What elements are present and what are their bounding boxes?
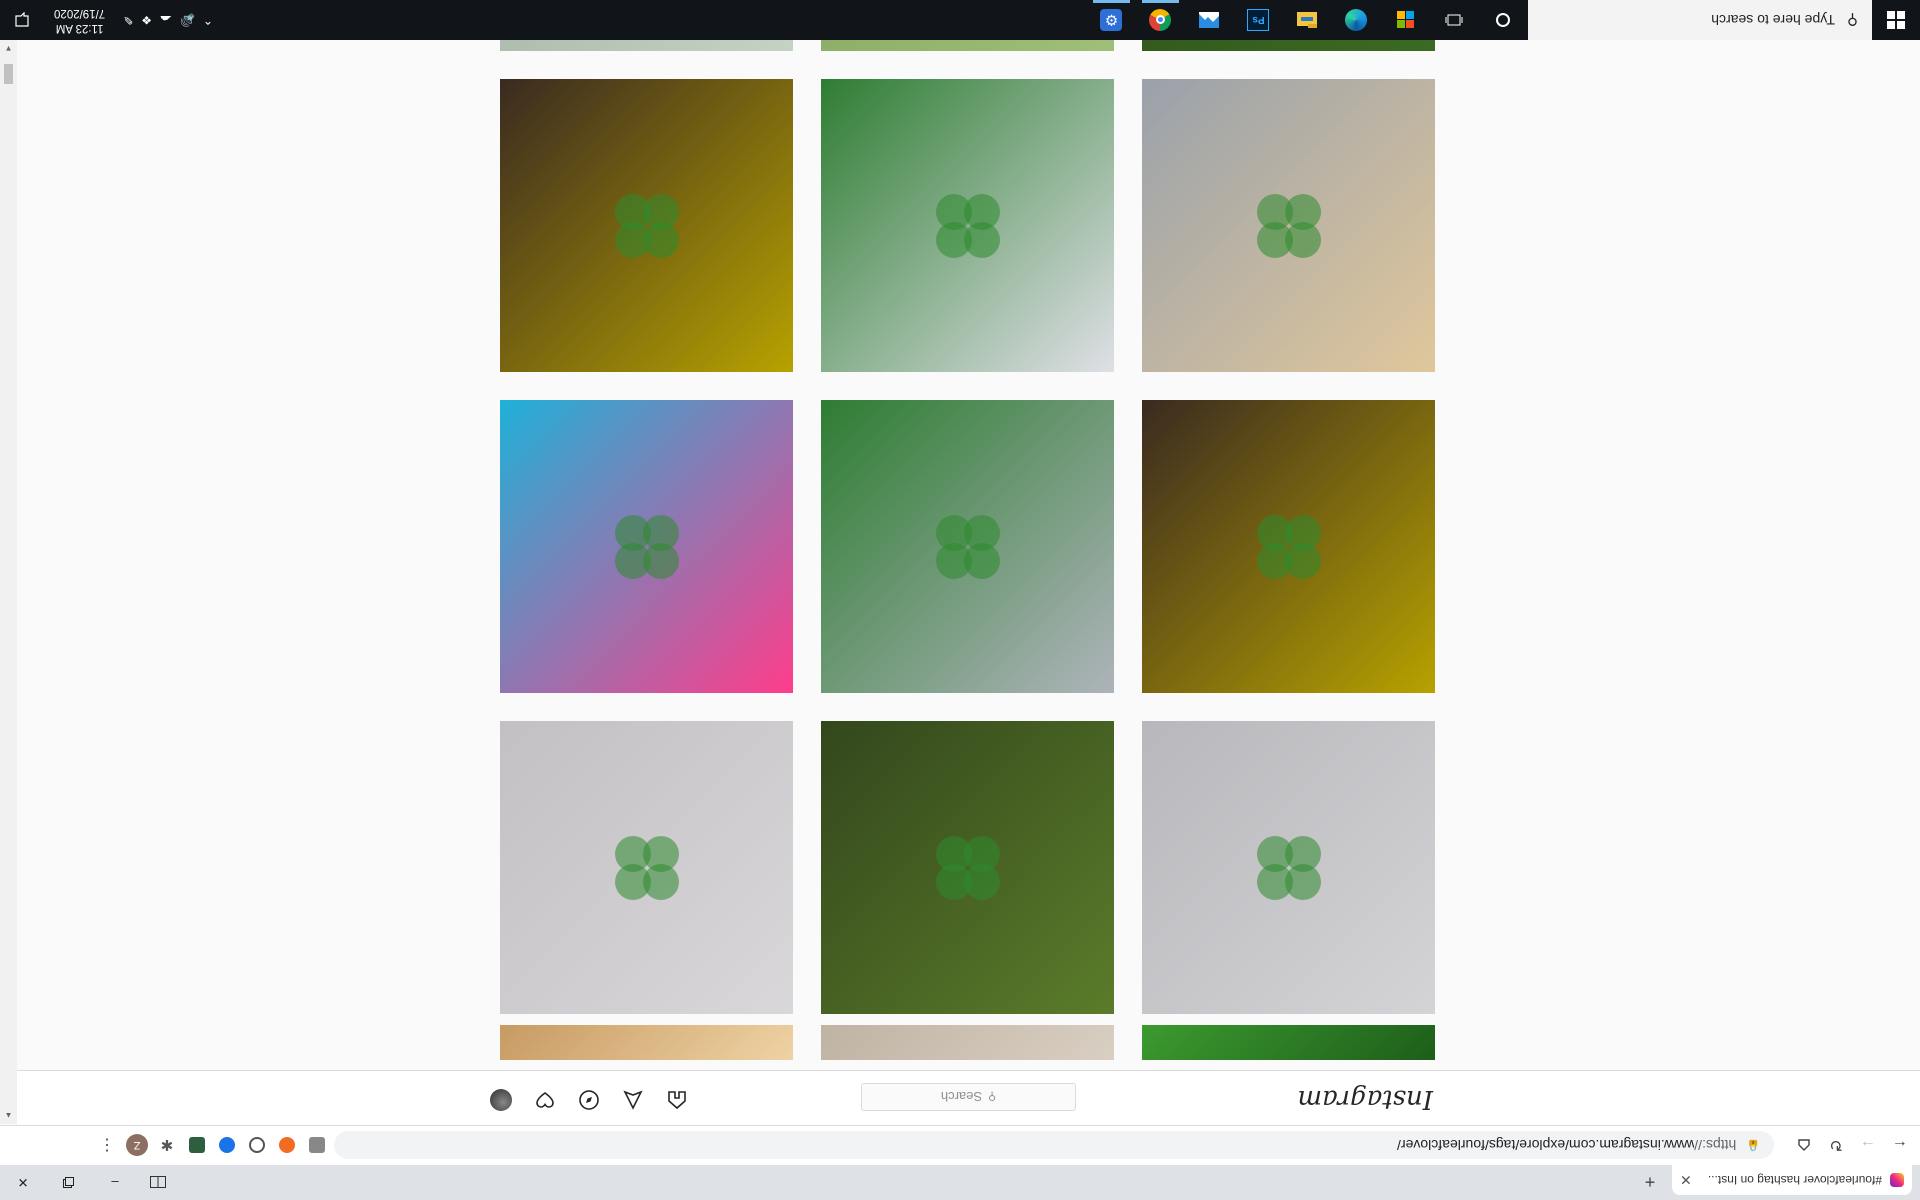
tile-rainbow-leather[interactable] [500, 400, 793, 693]
tile-clover-vase[interactable] [821, 400, 1114, 693]
system-tray: ⌃ 🔊 ☁ ❖ ✎ [115, 13, 213, 27]
scroll-down-icon[interactable]: ▼ [0, 40, 17, 57]
clover-shape [615, 194, 679, 258]
instagram-header: Instagram ⚲ Search [17, 1070, 1920, 1124]
lock-icon: 🔒 [1746, 1139, 1760, 1151]
scroll-up-icon[interactable]: ▲ [0, 1107, 17, 1124]
close-window-icon[interactable]: ✕ [0, 1165, 46, 1200]
tile-beige[interactable] [821, 1025, 1114, 1060]
tile-hand-cookie[interactable] [500, 1025, 793, 1060]
extension-icon-gray[interactable] [304, 1133, 330, 1159]
extension-icon-dollar[interactable] [184, 1133, 210, 1159]
extension-icon-orange[interactable] [274, 1133, 300, 1159]
forward-arrow-icon[interactable]: → [1854, 1132, 1882, 1160]
new-tab-button[interactable]: + [1636, 1170, 1664, 1194]
menu-dots-icon[interactable]: ⋮ [94, 1133, 120, 1159]
extensions-puzzle-icon[interactable]: ✱ [154, 1133, 180, 1159]
restore-icon[interactable] [46, 1165, 92, 1200]
tile-grapefruit-clover[interactable] [1142, 79, 1435, 372]
taskbar-search-box[interactable]: ⚲ Type here to search [1528, 0, 1872, 40]
window-controls: – ✕ [0, 1165, 178, 1200]
cortana-icon[interactable] [1479, 0, 1528, 40]
tile-dog-grass[interactable] [821, 721, 1114, 1014]
search-icon: ⚲ [988, 1090, 997, 1103]
profile-avatar[interactable]: Z [124, 1133, 150, 1159]
search-placeholder: Search [940, 1089, 983, 1105]
home-icon[interactable] [1790, 1132, 1818, 1160]
address-bar[interactable]: 🔒 https://www.instagram.com/explore/tags… [334, 1131, 1774, 1160]
dropbox-icon[interactable]: ❖ [141, 13, 152, 27]
task-view-icon[interactable] [1430, 0, 1479, 40]
photos-icon[interactable] [1185, 0, 1234, 40]
settings-gear-icon[interactable]: ⚙ [1087, 0, 1136, 40]
onedrive-cloud-icon[interactable]: ☁ [160, 13, 172, 27]
back-arrow-icon[interactable]: ← [1886, 1132, 1914, 1160]
clock-date: 7/19/2020 [54, 7, 106, 19]
vertical-scrollbar[interactable]: ▲ ▼ [0, 40, 17, 1124]
url-scheme: https:// [1694, 1137, 1737, 1154]
extension-icon-blue[interactable] [214, 1133, 240, 1159]
chrome-icon[interactable] [1136, 0, 1185, 40]
tile-leaf-mustard[interactable] [1142, 400, 1435, 693]
windows-taskbar: ⚲ Type here to search Ps ⚙ ⌃ 🔊 ☁ ❖ ✎ 11:… [0, 0, 1920, 40]
page-viewport: Instagram ⚲ Search ▲ ▼ [0, 0, 1920, 1124]
pen-icon[interactable]: ✎ [123, 13, 133, 27]
activity-heart-icon[interactable] [534, 1089, 556, 1111]
clock-time: 11:23 AM [55, 22, 104, 34]
clover-shape [936, 194, 1000, 258]
clover-shape [615, 515, 679, 579]
explore-compass-icon[interactable] [578, 1089, 600, 1111]
browser-toolbar: ← → ↻ 🔒 https://www.instagram.com/explor… [0, 1125, 1920, 1165]
tab-strip: #fourleafclover hashtag on Inst... ✕ + –… [0, 1165, 1920, 1200]
instagram-nav [490, 1089, 688, 1111]
taskbar-search-placeholder: Type here to search [1711, 12, 1835, 28]
clover-shape [615, 836, 679, 900]
tile-clover-wood[interactable] [821, 79, 1114, 372]
tile-grass-blades[interactable] [1142, 1025, 1435, 1060]
url-text: www.instagram.com/explore/tags/fourleafc… [1397, 1137, 1695, 1154]
instagram-favicon-icon [1890, 1173, 1904, 1187]
direct-send-icon[interactable] [622, 1089, 644, 1111]
tab-title: #fourleafclover hashtag on Inst... [1707, 1173, 1882, 1187]
clover-shape [1257, 194, 1321, 258]
volume-icon[interactable]: 🔊 [180, 13, 195, 27]
file-explorer-icon[interactable] [1283, 0, 1332, 40]
taskbar-clock[interactable]: 11:23 AM 7/19/2020 [44, 5, 115, 35]
extension-icon-circle[interactable] [244, 1133, 270, 1159]
start-button[interactable] [1872, 0, 1920, 40]
clover-shape [936, 515, 1000, 579]
show-hidden-icons-chevron-icon[interactable]: ⌃ [203, 13, 213, 27]
tile-hand-clover-gray[interactable] [1142, 721, 1435, 1014]
scrollbar-thumb[interactable] [4, 64, 13, 84]
clover-shape [936, 836, 1000, 900]
screen: #fourleafclover hashtag on Inst... ✕ + –… [0, 0, 1920, 1200]
windows-logo-icon [1887, 11, 1905, 29]
profile-avatar[interactable] [490, 1089, 512, 1111]
clover-shape [1257, 836, 1321, 900]
instagram-logo[interactable]: Instagram [1297, 1084, 1433, 1114]
action-center-icon[interactable] [0, 0, 44, 40]
microsoft-store-icon[interactable] [1381, 0, 1430, 40]
browser-tab[interactable]: #fourleafclover hashtag on Inst... ✕ [1672, 1165, 1912, 1195]
tile-leaf-mustard-2[interactable] [500, 79, 793, 372]
close-tab-icon[interactable]: ✕ [1680, 1172, 1692, 1189]
edge-browser-icon[interactable] [1332, 0, 1381, 40]
clover-shape [1257, 515, 1321, 579]
home-icon[interactable] [666, 1089, 688, 1111]
instagram-search-input[interactable]: ⚲ Search [861, 1083, 1076, 1111]
reload-icon[interactable]: ↻ [1822, 1132, 1850, 1160]
tile-hand-clover-painted-nails[interactable] [500, 721, 793, 1014]
tab-search-icon[interactable] [138, 1165, 178, 1200]
photoshop-icon[interactable]: Ps [1234, 0, 1283, 40]
minimize-icon[interactable]: – [92, 1165, 138, 1200]
search-icon: ⚲ [1847, 11, 1858, 28]
